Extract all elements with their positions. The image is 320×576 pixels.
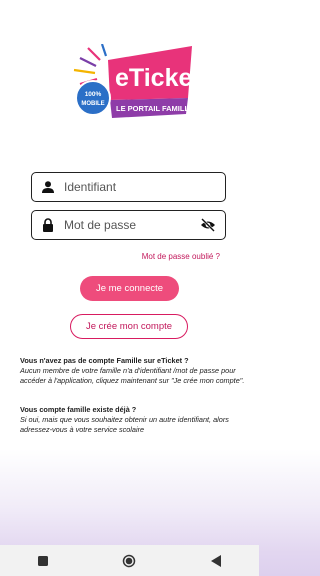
login-placeholder: Identifiant xyxy=(64,180,117,194)
connect-button[interactable]: Je me connecte xyxy=(80,276,179,301)
app-logo: eTicket LE PORTAIL FAMILLE 100% MOBILE xyxy=(60,43,201,126)
forgot-password-link[interactable]: Mot de passe oublié ? xyxy=(142,252,220,261)
info-heading: Vous compte famille existe déjà ? xyxy=(20,405,137,414)
logo-brand: eTicket xyxy=(115,64,200,92)
logo-tagline: LE PORTAIL FAMILLE xyxy=(116,104,194,113)
password-field[interactable]: Mot de passe xyxy=(31,210,226,240)
system-nav-bar xyxy=(0,545,259,576)
eye-off-icon[interactable] xyxy=(199,216,217,234)
password-placeholder: Mot de passe xyxy=(64,218,137,232)
info-account-exists: Vous compte famille existe déjà ? Si oui… xyxy=(20,405,245,435)
home-icon[interactable] xyxy=(117,549,141,573)
info-no-account: Vous n'avez pas de compte Famille sur eT… xyxy=(20,356,245,386)
info-heading: Vous n'avez pas de compte Famille sur eT… xyxy=(20,356,189,365)
logo-badge-percent: 100% xyxy=(85,91,102,98)
info-body: Si oui, mais que vous souhaitez obtenir … xyxy=(20,415,229,434)
info-body: Aucun membre de votre famille n'a d'iden… xyxy=(20,366,245,385)
recents-icon[interactable] xyxy=(31,549,55,573)
logo-badge-mobile: MOBILE xyxy=(81,101,104,107)
login-field[interactable]: Identifiant xyxy=(31,172,226,202)
person-icon xyxy=(40,179,56,195)
lock-icon xyxy=(40,217,56,233)
back-icon[interactable] xyxy=(204,549,228,573)
create-account-button[interactable]: Je crée mon compte xyxy=(70,314,188,339)
